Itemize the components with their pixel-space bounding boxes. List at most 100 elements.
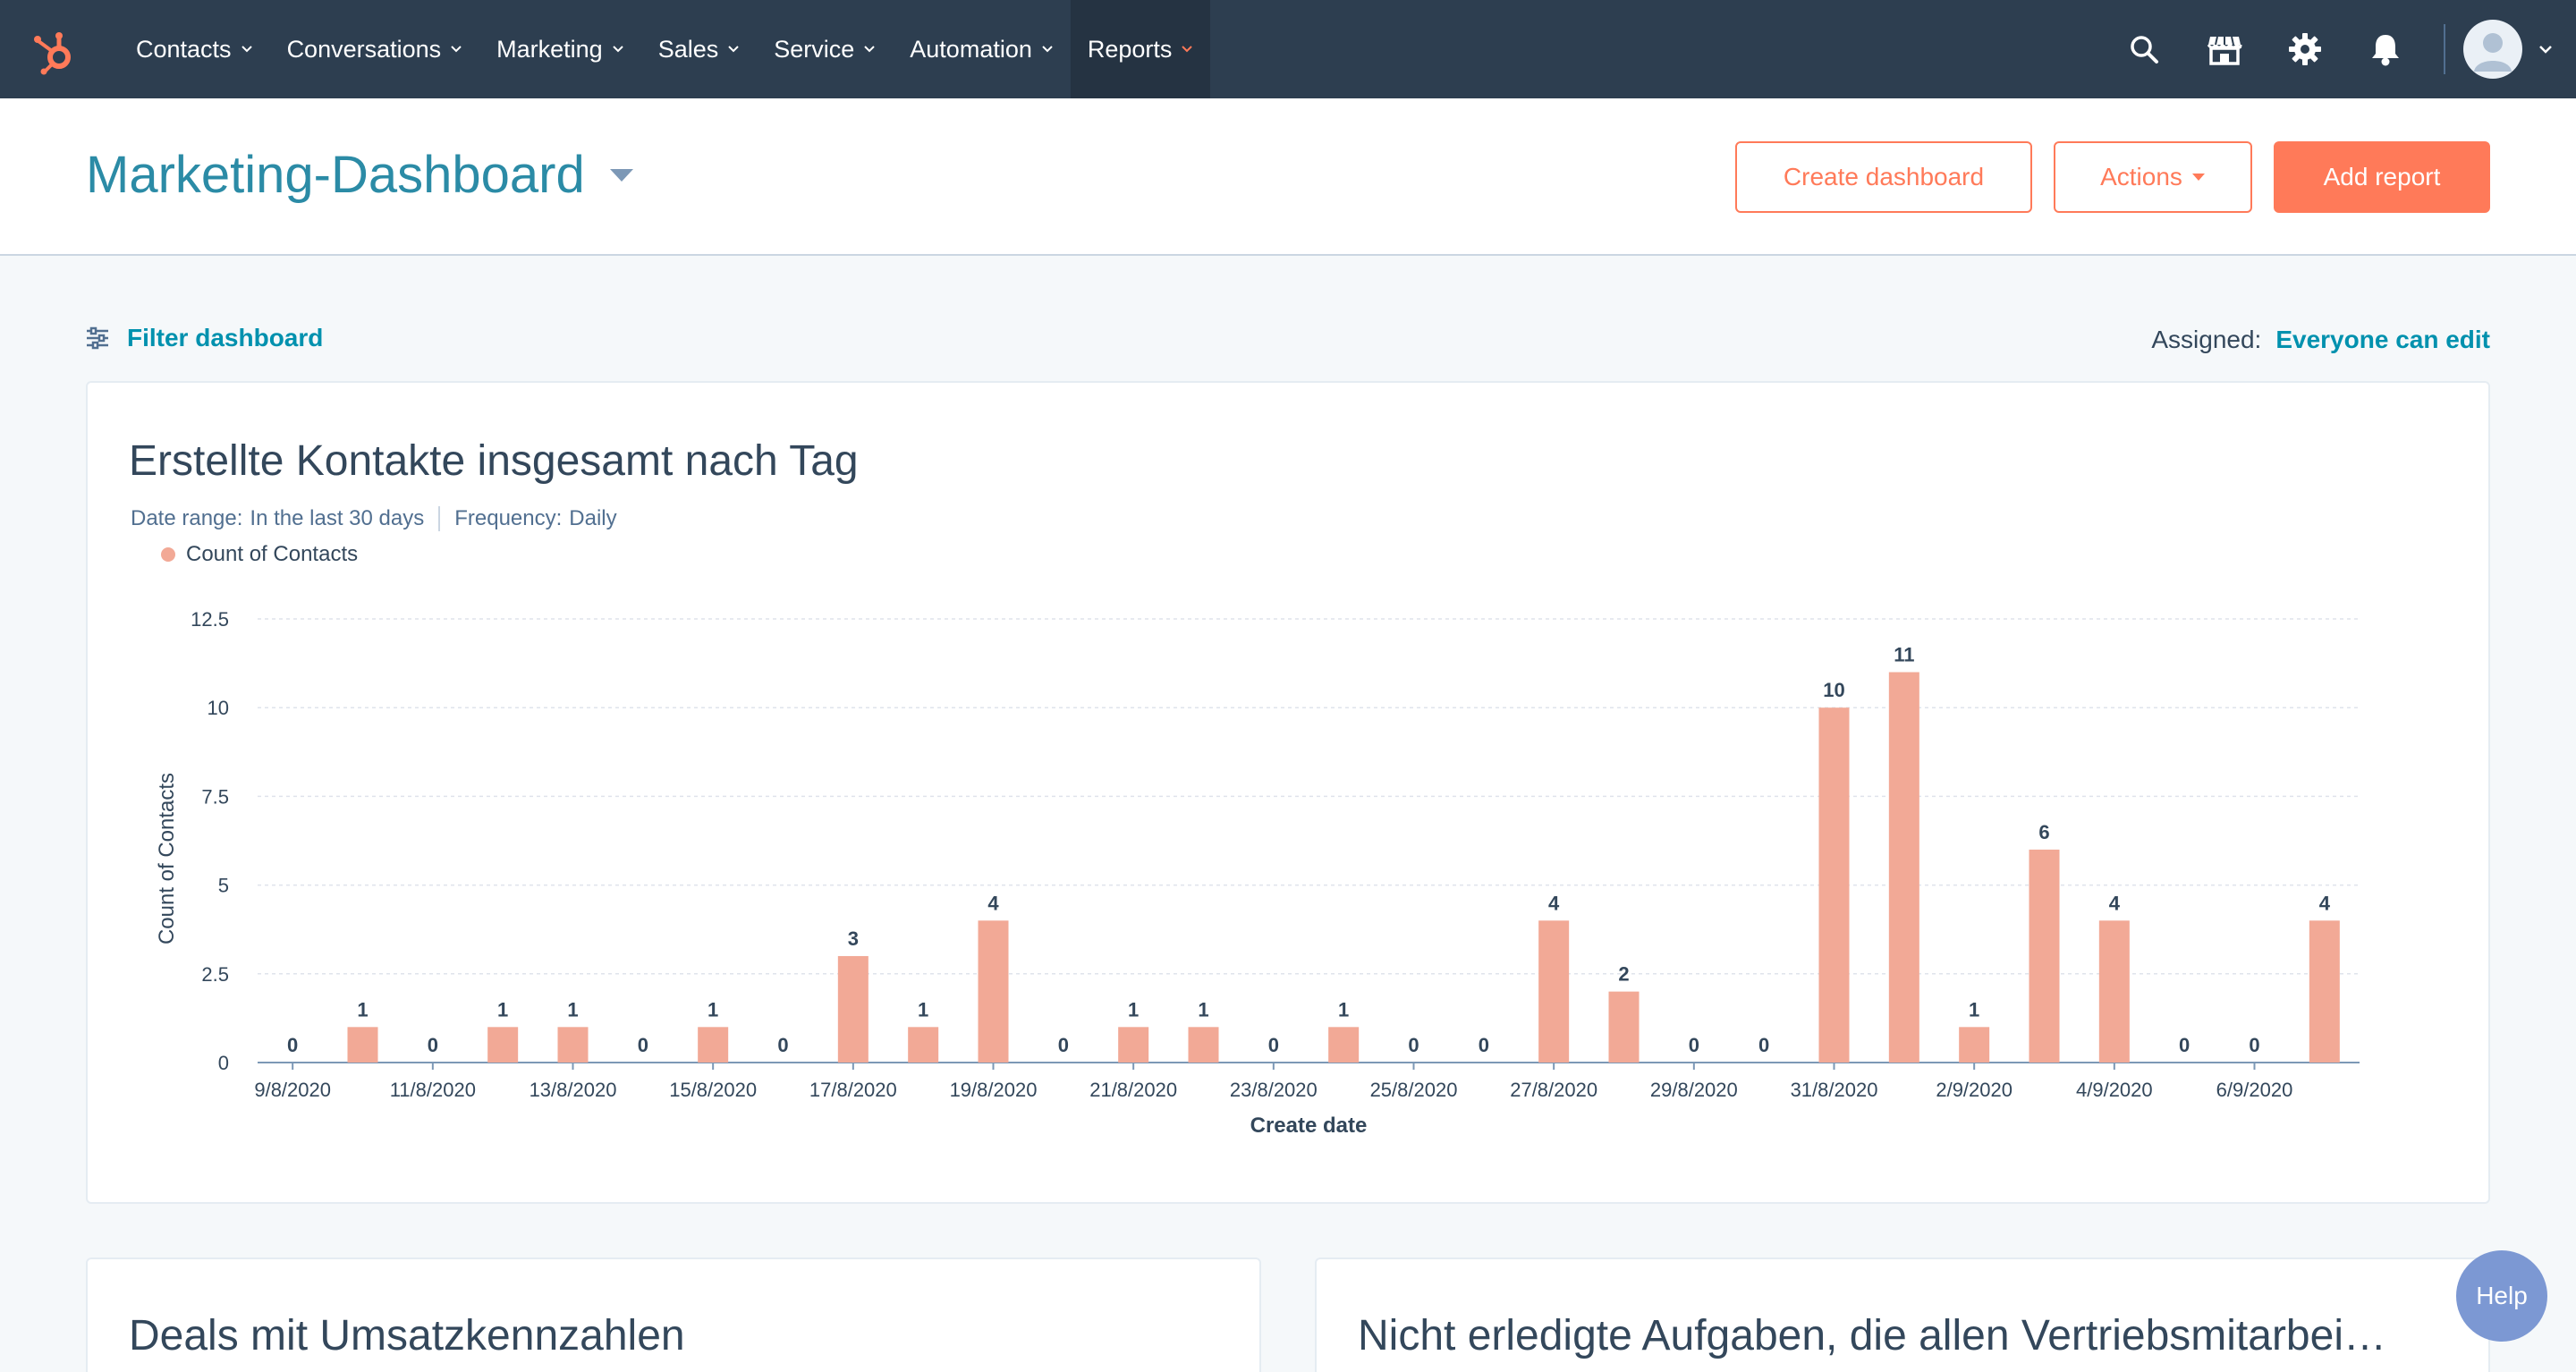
data-label: 0 — [287, 1034, 298, 1056]
x-tick-label: 11/8/2020 — [390, 1079, 476, 1101]
create-dashboard-label: Create dashboard — [1783, 163, 1985, 191]
x-tick-label: 21/8/2020 — [1089, 1079, 1177, 1101]
x-tick-label: 2/9/2020 — [1936, 1079, 2012, 1101]
dashboard-selector[interactable]: Marketing-Dashboard — [86, 145, 635, 205]
x-axis-title: Create date — [1250, 1114, 1368, 1138]
chart-bar — [347, 1027, 378, 1063]
data-label: 1 — [567, 998, 578, 1021]
y-tick-label: 12.5 — [191, 608, 229, 631]
report-card: Erstellte Kontakte insgesamt nach Tag Da… — [86, 381, 2490, 1204]
x-tick-label: 13/8/2020 — [530, 1079, 617, 1101]
chart-bar — [1328, 1027, 1360, 1063]
report-title[interactable]: Nicht erledigte Aufgaben, die allen Vert… — [1358, 1311, 2386, 1360]
top-navigation: Contacts Conversations Marketing Sales Servi… — [0, 0, 2576, 98]
marketplace-icon[interactable] — [2184, 0, 2265, 98]
y-tick-label: 5 — [218, 875, 229, 897]
data-label: 1 — [1338, 998, 1349, 1021]
add-report-button[interactable]: Add report — [2274, 141, 2490, 213]
nav-item-service[interactable]: Service — [757, 0, 893, 98]
chevron-down-icon — [241, 46, 252, 53]
data-label: 1 — [918, 998, 928, 1021]
data-label: 4 — [2319, 892, 2331, 914]
data-label: 0 — [2249, 1034, 2259, 1056]
nav-item-reports[interactable]: Reports — [1070, 0, 1211, 98]
data-label: 0 — [1268, 1034, 1279, 1056]
assigned-info: Assigned: Everyone can edit — [2151, 326, 2490, 354]
page-title: Marketing-Dashboard — [86, 146, 585, 204]
data-label: 1 — [708, 998, 718, 1021]
data-label: 10 — [1823, 679, 1844, 701]
chart-bar — [1538, 920, 1570, 1063]
assigned-label: Assigned: — [2151, 326, 2262, 353]
report-title[interactable]: Deals mit Umsatzkennzahlen — [129, 1311, 685, 1360]
nav-divider — [2444, 24, 2445, 74]
x-tick-label: 27/8/2020 — [1510, 1079, 1597, 1101]
data-label: 1 — [1969, 998, 1979, 1021]
data-label: 0 — [1058, 1034, 1069, 1056]
chevron-down-icon — [612, 46, 623, 53]
data-label: 0 — [638, 1034, 648, 1056]
x-tick-label: 15/8/2020 — [669, 1079, 757, 1101]
chevron-down-icon — [451, 46, 462, 53]
x-tick-label: 6/9/2020 — [2216, 1079, 2293, 1101]
filter-dashboard-button[interactable]: Filter dashboard — [86, 324, 323, 352]
data-label: 11 — [1894, 644, 1914, 666]
data-label: 0 — [1408, 1034, 1419, 1056]
main-menu: Contacts Conversations Marketing Sales Servi… — [119, 0, 1211, 98]
chart-bar — [908, 1027, 939, 1063]
chart-bar — [1188, 1027, 1219, 1063]
x-tick-label: 31/8/2020 — [1791, 1079, 1878, 1101]
y-tick-label: 0 — [218, 1052, 229, 1074]
data-label: 0 — [777, 1034, 788, 1056]
caret-down-icon — [2191, 174, 2205, 181]
report-card-deals: Deals mit Umsatzkennzahlen — [86, 1258, 1261, 1372]
data-label: 1 — [1198, 998, 1208, 1021]
search-icon[interactable] — [2104, 0, 2184, 98]
assigned-value-link[interactable]: Everyone can edit — [2275, 326, 2490, 354]
data-label: 0 — [428, 1034, 438, 1056]
chart-bar — [837, 955, 869, 1063]
chevron-down-icon[interactable] — [2538, 44, 2553, 55]
data-label: 2 — [1618, 963, 1629, 986]
data-label: 1 — [1128, 998, 1139, 1021]
chart-bar — [1818, 707, 1850, 1063]
x-tick-label: 25/8/2020 — [1370, 1079, 1458, 1101]
filter-dashboard-label: Filter dashboard — [127, 324, 324, 351]
actions-button[interactable]: Actions — [2054, 141, 2252, 213]
help-button[interactable]: Help — [2456, 1250, 2547, 1342]
data-label: 1 — [497, 998, 508, 1021]
y-tick-label: 2.5 — [201, 963, 229, 986]
create-dashboard-button[interactable]: Create dashboard — [1735, 141, 2032, 213]
data-label: 4 — [2109, 892, 2121, 914]
nav-item-label: Marketing — [496, 35, 603, 63]
chart-bar — [2029, 849, 2060, 1063]
nav-item-sales[interactable]: Sales — [641, 0, 758, 98]
nav-item-marketing[interactable]: Marketing — [479, 0, 641, 98]
data-label: 6 — [2038, 821, 2049, 843]
nav-item-conversations[interactable]: Conversations — [270, 0, 480, 98]
nav-item-label: Sales — [657, 35, 719, 63]
nav-item-label: Service — [774, 35, 855, 63]
x-tick-label: 19/8/2020 — [950, 1079, 1038, 1101]
chart-bar — [1959, 1027, 1990, 1063]
chevron-down-icon — [728, 46, 739, 53]
bar-chart: 02.557.51012.50101 101031401 1010 0420 01011… — [155, 608, 2360, 1138]
chart-bar — [698, 1027, 729, 1063]
chevron-down-icon — [864, 46, 875, 53]
y-tick-label: 7.5 — [201, 785, 229, 808]
data-label: 1 — [357, 998, 368, 1021]
bell-icon[interactable] — [2345, 0, 2426, 98]
hubspot-logo-icon[interactable] — [30, 25, 80, 75]
filter-sliders-icon — [87, 326, 108, 350]
gear-icon[interactable] — [2265, 0, 2345, 98]
avatar[interactable] — [2463, 20, 2522, 79]
data-label: 0 — [2179, 1034, 2190, 1056]
chevron-down-icon — [1182, 46, 1193, 53]
nav-item-automation[interactable]: Automation — [893, 0, 1071, 98]
add-report-label: Add report — [2323, 163, 2441, 191]
nav-item-contacts[interactable]: Contacts — [119, 0, 270, 98]
nav-utility-area — [2104, 0, 2576, 98]
actions-label: Actions — [2100, 163, 2182, 191]
nav-item-label: Reports — [1087, 35, 1173, 63]
data-label: 4 — [987, 892, 999, 914]
